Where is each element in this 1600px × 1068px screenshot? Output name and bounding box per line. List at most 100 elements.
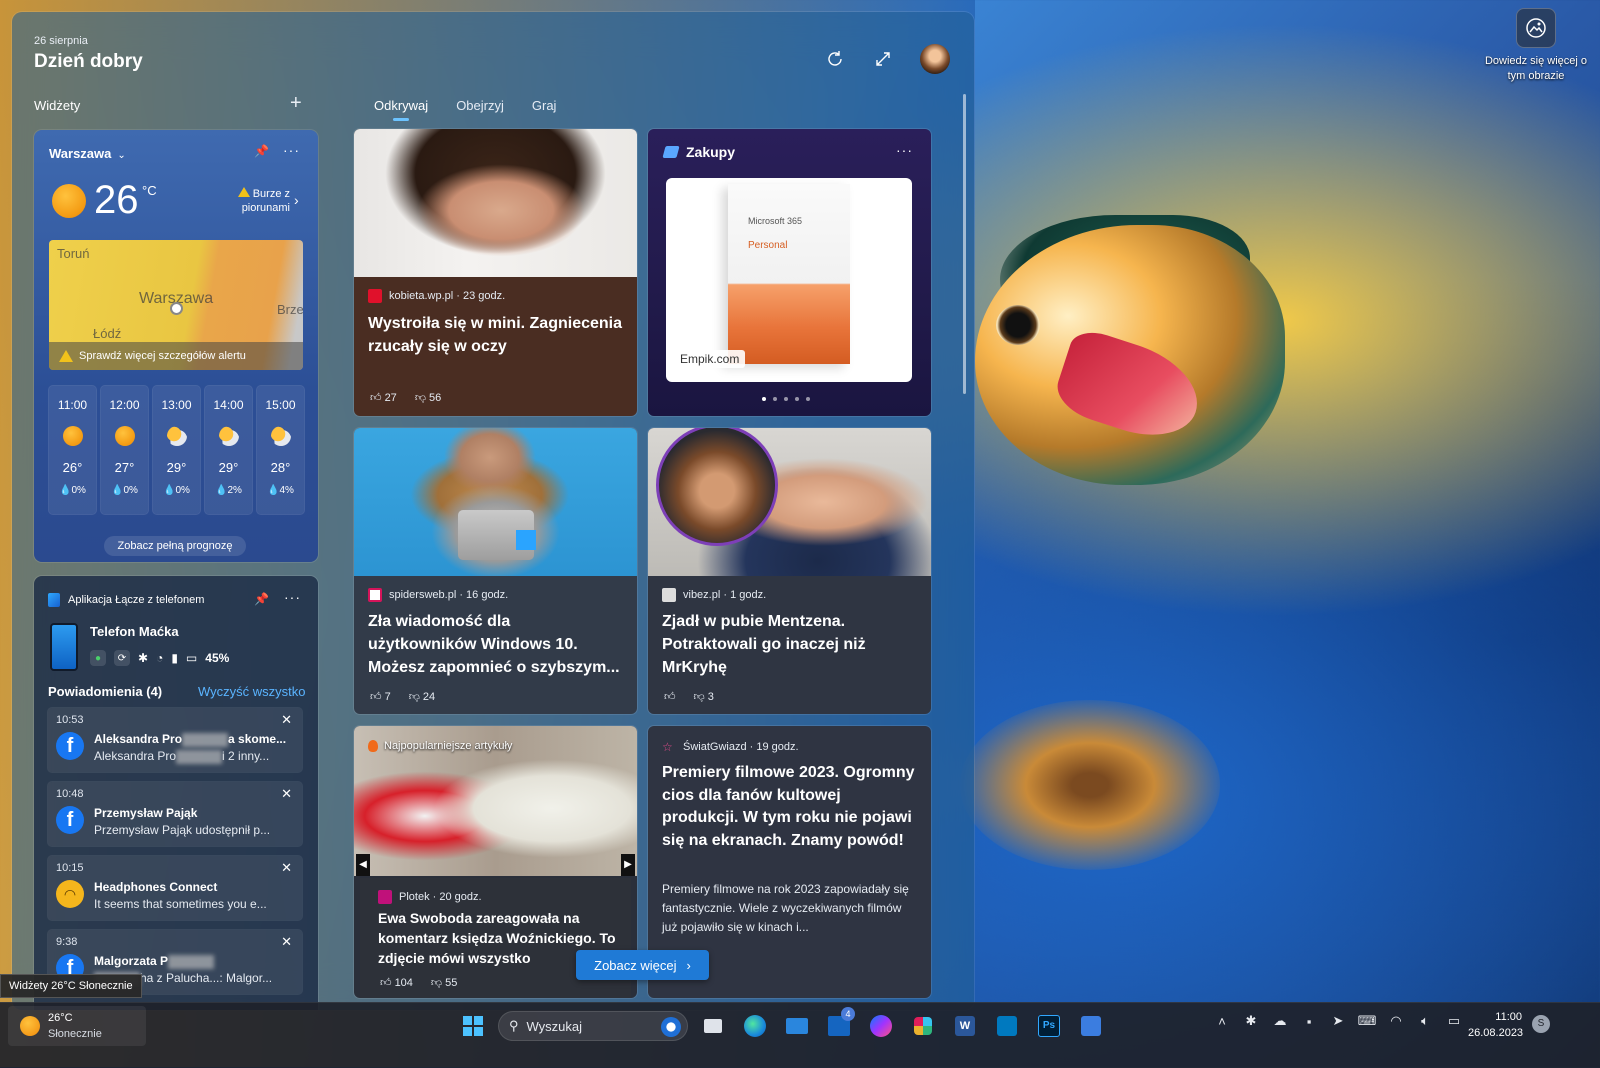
feed-scrollbar[interactable] bbox=[963, 94, 966, 394]
carousel-prev-button[interactable]: ◀ bbox=[356, 854, 370, 876]
see-more-button[interactable]: Zobacz więcej › bbox=[576, 950, 709, 980]
product-image[interactable]: Microsoft 365 Personal Empik.com bbox=[666, 178, 912, 382]
hour-rain-value: 2% bbox=[227, 485, 242, 496]
task-view-icon[interactable] bbox=[696, 1009, 730, 1043]
news-title[interactable]: Zła wiadomość dla użytkowników Windows 1… bbox=[368, 610, 623, 679]
battery-icon[interactable]: ▭ bbox=[1444, 1013, 1464, 1029]
send-icon[interactable]: ➤ bbox=[1328, 1013, 1348, 1029]
hour-item[interactable]: 11:00 26° 💧0% bbox=[49, 386, 96, 514]
refresh-icon[interactable] bbox=[824, 48, 846, 70]
plus-icon[interactable]: + bbox=[290, 92, 302, 115]
outlook-icon[interactable]: 4 bbox=[822, 1007, 856, 1043]
tab-obejrzyj[interactable]: Obejrzyj bbox=[456, 98, 504, 121]
edge-icon[interactable] bbox=[738, 1009, 772, 1043]
learn-more-widget[interactable]: Dowiedz się więcej o tym obrazie bbox=[1476, 8, 1596, 84]
facebook-icon: f bbox=[56, 732, 84, 760]
weather-alert[interactable]: Burze z piorunami bbox=[230, 187, 290, 215]
more-options-icon[interactable]: ··· bbox=[896, 142, 913, 158]
news-title[interactable]: Premiery filmowe 2023. Ogromny cios dla … bbox=[662, 762, 917, 852]
pin-icon[interactable]: 📌 bbox=[254, 144, 269, 158]
mail-icon[interactable] bbox=[780, 1009, 814, 1043]
close-icon[interactable]: ✕ bbox=[281, 786, 292, 802]
slack-icon[interactable] bbox=[906, 1009, 940, 1043]
translate-icon[interactable] bbox=[1074, 1009, 1108, 1043]
dislike-button[interactable]: 👎︎ 3 bbox=[694, 690, 714, 703]
weather-widget[interactable]: Warszawa ⌄ 📌 ··· 26 °C Burze z piorunami … bbox=[34, 130, 318, 562]
weather-city[interactable]: Warszawa ⌄ bbox=[49, 146, 126, 161]
pin-icon[interactable]: 📌 bbox=[254, 592, 269, 606]
chevron-up-icon[interactable]: ˄ bbox=[1212, 1014, 1232, 1029]
map-alert-bar[interactable]: Sprawdź więcej szczegółów alertu bbox=[49, 342, 303, 370]
clear-all-link[interactable]: Wyczyść wszystko bbox=[198, 684, 306, 699]
photoshop-icon[interactable]: Ps bbox=[1032, 1009, 1066, 1043]
like-button[interactable]: 👍︎ 104 bbox=[380, 976, 413, 989]
chevron-right-icon[interactable]: › bbox=[294, 192, 299, 208]
carousel-next-button[interactable]: ▶ bbox=[621, 854, 635, 876]
search-box[interactable]: ⚲ Wyszukaj bbox=[498, 1011, 688, 1041]
bing-icon[interactable] bbox=[661, 1017, 681, 1037]
slack-tray-icon[interactable]: ✱ bbox=[1241, 1013, 1261, 1029]
sync-icon[interactable]: ⟳ bbox=[114, 650, 130, 666]
shopping-card[interactable]: Zakupy ··· Microsoft 365 Personal Empik.… bbox=[648, 129, 931, 416]
tab-graj[interactable]: Graj bbox=[532, 98, 557, 121]
start-button[interactable] bbox=[456, 1009, 490, 1043]
notification-center-icon[interactable]: S bbox=[1532, 1015, 1550, 1033]
clock[interactable]: 11:00 26.08.2023 bbox=[1468, 1009, 1523, 1041]
close-icon[interactable]: ✕ bbox=[281, 860, 292, 876]
like-button[interactable]: 👍︎ 7 bbox=[370, 690, 391, 703]
carousel-dot[interactable] bbox=[784, 397, 788, 401]
like-button[interactable]: 👍︎ bbox=[664, 690, 676, 703]
carousel-dots[interactable] bbox=[762, 397, 810, 401]
volume-icon[interactable]: 🔈︎ bbox=[1415, 1013, 1435, 1029]
like-button[interactable]: 👍︎ 27 bbox=[370, 391, 397, 404]
weather-map[interactable]: Toruń Warszawa Łódź Brze Sprawdź więcej … bbox=[49, 240, 303, 370]
news-card[interactable]: vibez.pl · 1 godz. Zjadł w pubie Mentzen… bbox=[648, 428, 931, 714]
news-title[interactable]: Wystroiła się w mini. Zagniecenia rzucał… bbox=[368, 312, 623, 358]
notification-item[interactable]: 10:53 ✕ f Aleksandra Pro a skome... Aleks… bbox=[48, 708, 302, 772]
notification-item[interactable]: 10:15 ✕ ◠ Headphones Connect It seems th… bbox=[48, 856, 302, 920]
notification-item[interactable]: 10:48 ✕ f Przemysław Pająk Przemysław Pa… bbox=[48, 782, 302, 846]
messenger-icon[interactable] bbox=[864, 1009, 898, 1043]
popular-badge: Najpopularniejsze artykuły bbox=[368, 740, 512, 752]
signal-icon: ▮ bbox=[171, 651, 178, 665]
expand-icon[interactable] bbox=[872, 48, 894, 70]
news-title[interactable]: Zjadł w pubie Mentzena. Potraktowali go … bbox=[662, 610, 917, 679]
tab-odkrywaj[interactable]: Odkrywaj bbox=[374, 98, 428, 121]
news-reactions: 👍︎ 104 👎︎ 55 bbox=[380, 976, 457, 989]
sun-icon bbox=[114, 426, 135, 446]
carousel-dot[interactable] bbox=[806, 397, 810, 401]
notification-time: 10:48 bbox=[56, 788, 84, 800]
keyboard-icon[interactable]: ⌨ bbox=[1357, 1013, 1377, 1029]
carousel-dot[interactable] bbox=[773, 397, 777, 401]
carousel-dot[interactable] bbox=[795, 397, 799, 401]
hour-item[interactable]: 14:00 29° 💧2% bbox=[205, 386, 252, 514]
news-card[interactable]: spidersweb.pl · 16 godz. Zła wiadomość d… bbox=[354, 428, 637, 714]
learn-more-text[interactable]: Dowiedz się więcej o tym obrazie bbox=[1476, 54, 1596, 84]
hour-item[interactable]: 15:00 28° 💧4% bbox=[257, 386, 304, 514]
close-icon[interactable]: ✕ bbox=[281, 712, 292, 728]
avatar[interactable] bbox=[920, 44, 950, 74]
app-tray-icon[interactable]: ▪ bbox=[1299, 1014, 1319, 1029]
word-icon[interactable]: W bbox=[948, 1009, 982, 1043]
more-options-icon[interactable]: ··· bbox=[283, 142, 300, 158]
dislike-button[interactable]: 👎︎ 56 bbox=[415, 391, 441, 404]
camera-icon[interactable] bbox=[1516, 8, 1556, 48]
phone-link-widget[interactable]: Aplikacja Łącze z telefonem 📌 ··· Telefo… bbox=[34, 576, 318, 1010]
more-options-icon[interactable]: ··· bbox=[284, 589, 301, 605]
full-forecast-button[interactable]: Zobacz pełną prognozę bbox=[104, 536, 246, 556]
dislike-button[interactable]: 👎︎ 24 bbox=[409, 690, 435, 703]
cloud-icon[interactable]: ☁ bbox=[1270, 1013, 1290, 1029]
hour-item[interactable]: 12:00 27° 💧0% bbox=[101, 386, 148, 514]
notification-body-part: i 2 inny... bbox=[222, 749, 270, 763]
close-icon[interactable]: ✕ bbox=[281, 934, 292, 950]
connected-check-icon[interactable]: ● bbox=[90, 650, 106, 666]
system-tray: ˄ ✱ ☁ ▪ ➤ ⌨ ◠ 🔈︎ ▭ bbox=[1212, 1013, 1464, 1029]
wifi-icon[interactable]: ◠ bbox=[1386, 1013, 1406, 1029]
news-source: kobieta.wp.pl · 23 godz. bbox=[368, 289, 505, 303]
dislike-button[interactable]: 👎︎ 55 bbox=[431, 976, 457, 989]
taskbar-weather-button[interactable]: 26°C Słonecznie bbox=[8, 1006, 146, 1046]
news-card[interactable]: kobieta.wp.pl · 23 godz. Wystroiła się w… bbox=[354, 129, 637, 416]
hour-item[interactable]: 13:00 29° 💧0% bbox=[153, 386, 200, 514]
carousel-dot[interactable] bbox=[762, 397, 766, 401]
trello-icon[interactable] bbox=[990, 1009, 1024, 1043]
